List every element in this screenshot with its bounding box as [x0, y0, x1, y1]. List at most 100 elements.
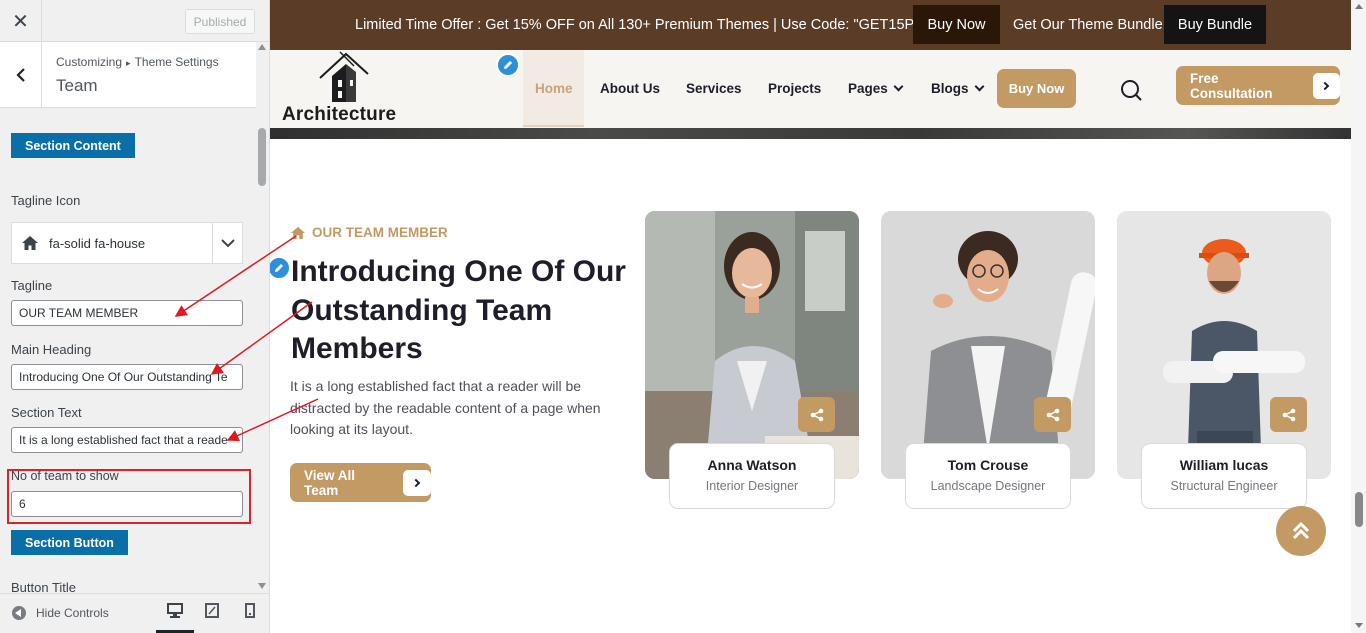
- published-button[interactable]: Published: [185, 9, 255, 34]
- share-icon: [810, 408, 823, 421]
- hide-controls-label: Hide Controls: [36, 606, 109, 620]
- scroll-up-arrow[interactable]: [1355, 4, 1363, 9]
- chevron-down-icon[interactable]: [212, 223, 242, 263]
- panel-scrollbar[interactable]: [256, 42, 269, 593]
- customizer-topbar: ✕ Published: [0, 0, 269, 42]
- member-role: Interior Designer: [705, 479, 799, 493]
- free-consultation-label: Free Consultation: [1190, 70, 1273, 101]
- main-heading-label: Main Heading: [11, 342, 92, 357]
- nav-item-pages[interactable]: Pages: [848, 81, 904, 96]
- offer-bar: Limited Time Offer : Get 15% OFF on All …: [270, 0, 1351, 50]
- edit-heading-shortcut-icon[interactable]: [270, 256, 291, 280]
- buy-bundle-button[interactable]: Buy Bundle: [1164, 5, 1266, 44]
- offer-bundle-text: Get Our Theme Bundle: [1013, 17, 1163, 33]
- scroll-down-arrow[interactable]: [258, 583, 266, 589]
- breadcrumb-current: Theme Settings: [134, 55, 219, 69]
- scrollbar-thumb[interactable]: [258, 128, 266, 186]
- chevron-down-icon: [974, 81, 984, 92]
- back-button[interactable]: [0, 42, 42, 107]
- preview-scrollbar[interactable]: [1351, 0, 1366, 633]
- nav-item-services[interactable]: Services: [686, 81, 742, 96]
- share-anna-button[interactable]: [798, 397, 835, 432]
- share-william-button[interactable]: [1270, 397, 1307, 432]
- team-photo-tom: [881, 211, 1095, 479]
- offer-text: Limited Time Offer : Get 15% OFF on All …: [355, 17, 942, 33]
- nav-item-blogs[interactable]: Blogs: [931, 81, 984, 96]
- member-name: Tom Crouse: [947, 457, 1029, 473]
- member-name: Anna Watson: [707, 457, 797, 473]
- section-text-label: Section Text: [11, 405, 82, 420]
- nav-item-projects[interactable]: Projects: [768, 81, 821, 96]
- tablet-icon: [205, 603, 219, 618]
- chevron-right-icon: [1312, 72, 1340, 99]
- team-heading: Introducing One Of Our Outstanding Team …: [291, 255, 626, 365]
- team-count-label: No of team to show: [11, 469, 119, 483]
- member-role: Structural Engineer: [1170, 479, 1278, 493]
- chevron-left-icon: [15, 67, 25, 82]
- house-icon: [22, 236, 38, 250]
- breadcrumb-separator: ▸: [126, 58, 131, 68]
- share-icon: [1282, 408, 1295, 421]
- section-button-button[interactable]: Section Button: [11, 530, 128, 555]
- tagline-icon-select[interactable]: fa-solid fa-house: [11, 222, 243, 264]
- member-name: William lucas: [1179, 457, 1269, 473]
- tagline-label: Tagline: [11, 278, 53, 293]
- chevron-down-icon: [893, 81, 904, 92]
- team-description: It is a long established fact that a rea…: [290, 378, 601, 437]
- close-customizer-icon[interactable]: ✕: [0, 0, 42, 41]
- customizer-footer: Hide Controls: [0, 593, 269, 633]
- free-consultation-button[interactable]: Free Consultation: [1176, 66, 1340, 105]
- house-icon: [291, 226, 305, 239]
- nav-item-about[interactable]: About Us: [600, 81, 660, 96]
- tagline-input[interactable]: OUR TEAM MEMBER: [11, 300, 243, 326]
- offer-buy-now-button[interactable]: Buy Now: [913, 5, 1000, 44]
- desktop-icon: [167, 603, 183, 618]
- mobile-icon: [245, 603, 255, 618]
- site-preview: Limited Time Offer : Get 15% OFF on All …: [270, 0, 1366, 633]
- header-buy-now-button[interactable]: Buy Now: [997, 69, 1076, 108]
- breadcrumb-parent: Customizing: [56, 55, 123, 69]
- button-title-label: Button Title: [11, 580, 77, 593]
- desktop-preview-button[interactable]: [156, 603, 194, 633]
- section-text-input[interactable]: It is a long established fact that a rea…: [11, 427, 243, 453]
- controls-list: Section Content Tagline Icon fa-solid fa…: [0, 108, 256, 593]
- double-chevron-up-icon: [1292, 521, 1310, 540]
- site-header: Architecture Home About Us Services Proj…: [270, 50, 1351, 128]
- team-card-william: William lucas Structural Engineer: [1141, 443, 1307, 509]
- customizer-panel: ✕ Published Customizing ▸ Theme Settings T…: [0, 0, 270, 633]
- mobile-preview-button[interactable]: [231, 603, 269, 633]
- nav-item-home[interactable]: Home: [535, 81, 573, 96]
- search-icon[interactable]: [1120, 79, 1142, 101]
- team-photo-anna: [645, 211, 859, 479]
- site-logo-text[interactable]: Architecture: [282, 104, 396, 126]
- view-all-team-button[interactable]: View All Team: [290, 463, 431, 502]
- scroll-to-top-button[interactable]: [1276, 506, 1326, 556]
- hero-image-strip: [270, 128, 1351, 139]
- chevron-right-icon: [403, 469, 431, 496]
- nav-blogs-label: Blogs: [931, 81, 969, 96]
- section-title: Team: [56, 76, 98, 95]
- breadcrumb: Customizing ▸ Theme Settings: [56, 55, 219, 69]
- section-content-button[interactable]: Section Content: [11, 133, 135, 158]
- team-tagline-text: OUR TEAM MEMBER: [312, 225, 448, 240]
- main-heading-input[interactable]: Introducing One Of Our Outstanding Te: [11, 364, 243, 390]
- team-count-input[interactable]: 6: [11, 491, 243, 517]
- tagline-icon-label: Tagline Icon: [11, 193, 81, 208]
- scroll-up-arrow[interactable]: [258, 44, 266, 50]
- view-all-team-label: View All Team: [304, 467, 356, 498]
- team-photo-william: [1117, 211, 1331, 479]
- share-icon: [1046, 408, 1059, 421]
- team-card-anna: Anna Watson Interior Designer: [669, 443, 835, 509]
- collapse-icon: [12, 606, 26, 620]
- scroll-down-arrow[interactable]: [1355, 623, 1363, 628]
- hide-controls-button[interactable]: Hide Controls: [12, 606, 109, 620]
- team-tagline: OUR TEAM MEMBER: [290, 225, 448, 240]
- building-logo-icon: [319, 51, 369, 102]
- scrollbar-thumb[interactable]: [1355, 492, 1363, 527]
- team-card-tom: Tom Crouse Landscape Designer: [905, 443, 1071, 509]
- share-tom-button[interactable]: [1034, 397, 1071, 432]
- nav-pages-label: Pages: [848, 81, 888, 96]
- tagline-icon-value: fa-solid fa-house: [49, 236, 146, 251]
- edit-shortcut-icon[interactable]: [496, 53, 520, 77]
- tablet-preview-button[interactable]: [193, 603, 231, 633]
